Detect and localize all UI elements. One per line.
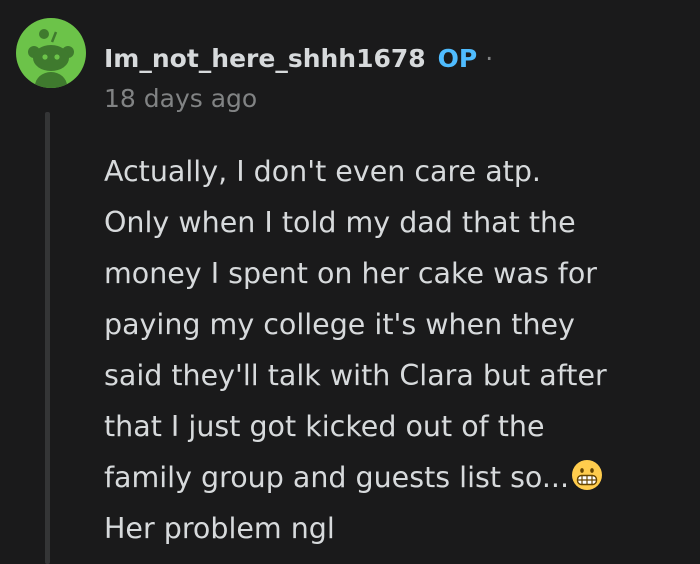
comment-header: Im_not_here_shhh1678 OP · [104, 38, 493, 78]
comment-line: Only when I told my dad that the [104, 206, 576, 239]
comment-line: money I spent on her cake was for [104, 257, 597, 290]
thread-collapse-line[interactable] [45, 112, 50, 564]
comment-line: Her problem ngl [104, 512, 335, 545]
comment-line-with-emoji: family group and guests list so... [104, 452, 684, 503]
comment-line: Actually, I don't even care atp. [104, 155, 541, 188]
comment-body: Actually, I don't even care atp. Only wh… [104, 146, 684, 554]
user-avatar[interactable] [16, 18, 86, 88]
op-badge: OP [437, 43, 478, 73]
comment-line: paying my college it's when they [104, 308, 575, 341]
grimacing-face-emoji-icon [572, 460, 603, 490]
comment-line: said they'll talk with Clara but after [104, 359, 607, 392]
comment-timestamp[interactable]: 18 days ago [104, 84, 257, 113]
comment-line: that I just got kicked out of the [104, 410, 545, 443]
snoo-avatar-icon [28, 29, 74, 88]
comment-line-text: family group and guests list so... [104, 461, 570, 494]
separator-dot: · [485, 43, 494, 73]
author-username[interactable]: Im_not_here_shhh1678 [104, 44, 426, 73]
comment: Im_not_here_shhh1678 OP · 18 days ago Ac… [0, 0, 700, 564]
